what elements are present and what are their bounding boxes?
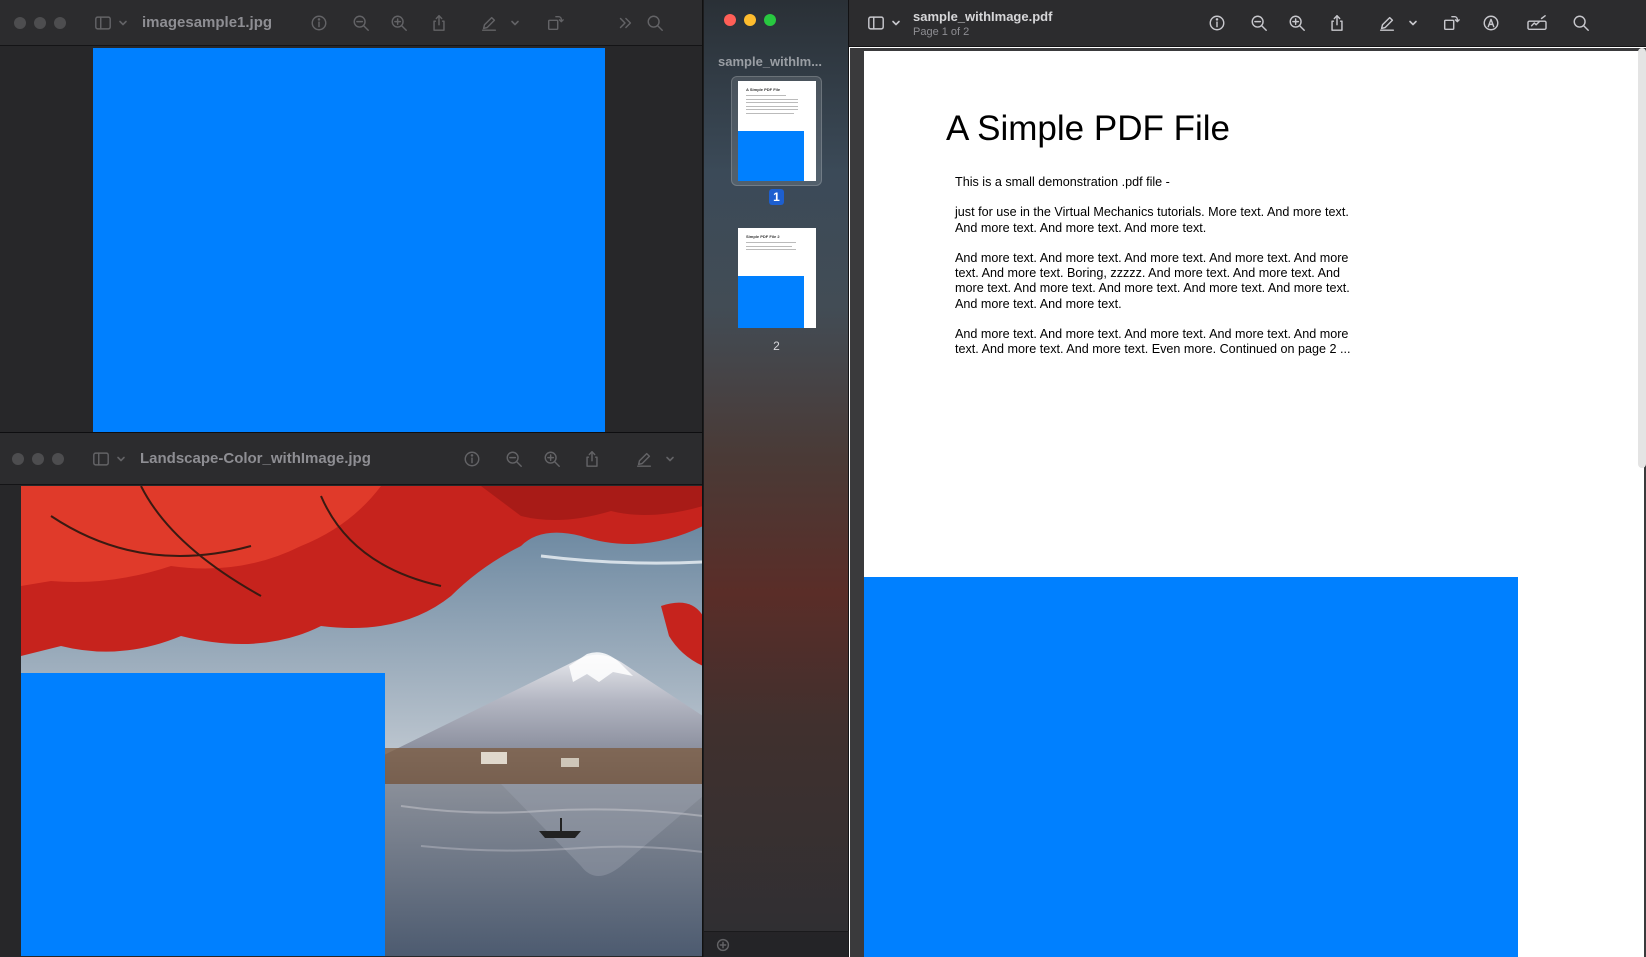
preview-window-pdf: sample_withIm... A Simple PDF File 1 Sim… <box>704 0 1646 957</box>
window-controls <box>724 14 776 26</box>
sidebar-footer <box>704 931 849 957</box>
chevron-down-icon[interactable] <box>889 10 903 36</box>
info-icon[interactable] <box>459 446 485 472</box>
rotate-icon[interactable] <box>1438 10 1464 36</box>
sidebar-icon[interactable] <box>90 10 116 36</box>
search-icon[interactable] <box>1568 10 1594 36</box>
thumbnail-sidebar: sample_withIm... A Simple PDF File 1 Sim… <box>704 0 849 957</box>
markup-icon[interactable] <box>1374 10 1400 36</box>
add-icon[interactable] <box>710 932 736 957</box>
zoom-button[interactable] <box>52 452 64 465</box>
image-blue-block <box>93 48 605 432</box>
landscape-blue-block <box>21 673 385 956</box>
minimize-button[interactable] <box>34 16 46 29</box>
thumbnail-blue-block <box>738 276 804 328</box>
sidebar-icon[interactable] <box>88 446 114 472</box>
title-bar: Landscape-Color_withImage.jpg <box>0 433 702 485</box>
info-icon[interactable] <box>306 10 332 36</box>
annotate-icon[interactable] <box>1478 10 1504 36</box>
preview-window-imagesample1: imagesample1.jpg <box>0 0 703 432</box>
pdf-blue-block <box>864 577 1518 957</box>
thumbnail-text-line <box>746 106 798 107</box>
thumbnail-page-number: 2 <box>773 339 780 353</box>
thumbnail-heading: Simple PDF File 2 <box>746 234 780 239</box>
pdf-paragraph: And more text. And more text. And more t… <box>955 327 1351 357</box>
thumbnail-text-line <box>746 99 798 100</box>
thumbnail-text-line <box>746 102 798 103</box>
chevron-down-icon[interactable] <box>663 446 677 472</box>
signature-icon[interactable] <box>1522 10 1552 36</box>
chevron-down-icon[interactable] <box>508 10 522 36</box>
search-icon[interactable] <box>642 10 668 36</box>
zoom-button[interactable] <box>764 14 776 26</box>
thumbnail-text-line <box>746 246 792 247</box>
pdf-paragraph: And more text. And more text. And more t… <box>955 250 1350 311</box>
minimize-button[interactable] <box>32 452 44 465</box>
thumbnail-text-line <box>746 249 796 250</box>
pdf-heading: A Simple PDF File <box>946 109 1230 148</box>
page-indicator: Page 1 of 2 <box>913 25 970 38</box>
window-title: Landscape-Color_withImage.jpg <box>140 450 371 467</box>
thumbnail-heading: A Simple PDF File <box>746 87 781 92</box>
share-icon[interactable] <box>1324 10 1350 36</box>
document-viewport[interactable]: A Simple PDF File This is a small demons… <box>850 48 1646 957</box>
page-number-badge: 1 <box>769 189 784 205</box>
window-controls <box>12 452 64 465</box>
vertical-scrollbar[interactable] <box>1638 48 1646 468</box>
zoom-in-icon[interactable] <box>1284 10 1310 36</box>
chevron-down-icon[interactable] <box>116 10 130 36</box>
thumbnail-page-2[interactable]: Simple PDF File 2 <box>738 228 816 328</box>
close-button[interactable] <box>724 14 736 26</box>
minimize-button[interactable] <box>744 14 756 26</box>
markup-icon[interactable] <box>476 10 502 36</box>
preview-window-landscape: Landscape-Color_withImage.jpg <box>0 432 703 957</box>
thumbnail-text-line <box>746 109 798 110</box>
zoom-out-icon[interactable] <box>1246 10 1272 36</box>
markup-icon[interactable] <box>631 446 657 472</box>
pdf-paragraph: just for use in the Virtual Mechanics tu… <box>955 205 1349 235</box>
info-icon[interactable] <box>1204 10 1230 36</box>
zoom-in-icon[interactable] <box>539 446 565 472</box>
document-title: sample_withImage.pdf Page 1 of 2 <box>913 9 1052 38</box>
share-icon[interactable] <box>426 10 452 36</box>
chevron-down-icon[interactable] <box>114 446 128 472</box>
thumbnail-blue-block <box>738 131 804 181</box>
window-title: imagesample1.jpg <box>142 14 273 31</box>
share-icon[interactable] <box>579 446 605 472</box>
sidebar-icon[interactable] <box>863 10 889 36</box>
zoom-in-icon[interactable] <box>386 10 412 36</box>
chevron-down-icon[interactable] <box>1406 10 1420 36</box>
close-button[interactable] <box>14 16 26 29</box>
rotate-icon[interactable] <box>542 10 568 36</box>
title-bar: sample_withImage.pdf Page 1 of 2 <box>849 0 1646 47</box>
thumbnail-text-line <box>746 242 796 243</box>
thumbnail-text-line <box>746 95 786 96</box>
pdf-paragraph: This is a small demonstration .pdf file … <box>955 175 1170 189</box>
title-bar: imagesample1.jpg <box>0 0 702 46</box>
zoom-button[interactable] <box>54 16 66 29</box>
thumbnail-page-1[interactable]: A Simple PDF File <box>738 81 816 181</box>
image-canvas <box>0 486 702 957</box>
thumbnail-text-line <box>746 113 794 114</box>
close-button[interactable] <box>12 452 24 465</box>
window-controls <box>14 16 66 29</box>
thumbnail-page-number: 1 <box>704 189 849 205</box>
pdf-body: This is a small demonstration .pdf file … <box>955 175 1365 373</box>
pdf-page: A Simple PDF File This is a small demons… <box>864 51 1644 957</box>
zoom-out-icon[interactable] <box>348 10 374 36</box>
image-canvas <box>0 47 702 432</box>
overflow-icon[interactable] <box>612 10 638 36</box>
zoom-out-icon[interactable] <box>501 446 527 472</box>
document-name: sample_withImage.pdf <box>913 8 1053 24</box>
landscape-photo <box>21 486 702 956</box>
sidebar-title: sample_withIm... <box>718 54 823 69</box>
